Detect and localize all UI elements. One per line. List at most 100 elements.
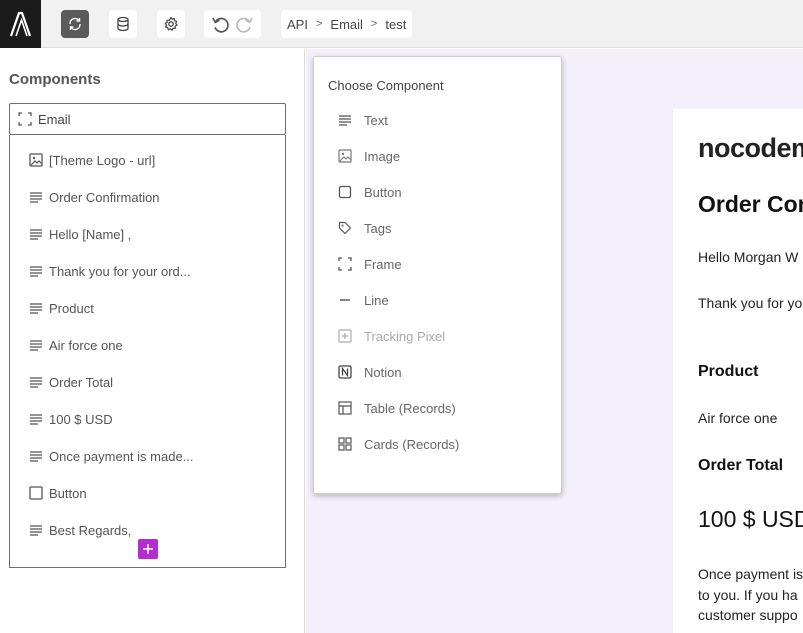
breadcrumb-item-test[interactable]: test [385,17,406,32]
component-option-tracking-pixel[interactable]: Tracking Pixel [338,326,445,346]
plus-box-icon [338,329,352,343]
image-icon [338,149,352,163]
breadcrumb-item-email[interactable]: Email [330,17,363,32]
tree-item-label: 100 $ USD [49,411,113,427]
app-logo-icon [9,11,31,37]
email-total-value: 100 $ USD [698,506,803,532]
text-icon [30,192,42,203]
text-icon [339,115,351,126]
tag-icon [338,221,352,235]
email-thanks: Thank you for yo [698,295,803,311]
text-icon [30,525,42,536]
tree-item-label: Air force one [49,337,123,353]
text-icon [30,340,42,351]
option-label: Line [364,292,389,308]
text-icon [30,266,42,277]
tree-item-label: Best Regards, [49,522,132,538]
top-bar: API > Email > test [0,0,803,48]
email-payment-paragraph: Once payment is to you. If you ha custom… [698,564,803,626]
option-label: Tags [364,220,392,236]
app-logo[interactable] [0,0,41,48]
button-icon [29,486,43,500]
paragraph-line: to you. If you ha [698,586,798,603]
component-option-image[interactable]: Image [338,146,400,166]
table-icon [338,401,352,415]
chevron-right-icon: > [315,18,323,30]
tree-item-product[interactable]: Product [29,298,94,318]
tree-item-air-force-one[interactable]: Air force one [29,335,123,355]
component-option-frame[interactable]: Frame [338,254,402,274]
email-product-heading: Product [698,363,759,380]
option-label: Cards (Records) [364,436,460,452]
tree-item-label: Order Confirmation [49,189,160,205]
undo-icon[interactable] [210,14,230,34]
tree-item-label: Product [49,300,94,316]
tree-item-button[interactable]: Button [29,483,87,503]
text-icon [30,414,42,425]
text-icon [30,229,42,240]
tree-item-order-confirmation[interactable]: Order Confirmation [29,187,160,207]
option-label: Text [364,112,388,128]
image-icon [29,153,43,167]
line-icon [340,299,350,301]
email-greeting: Hello Morgan W [698,249,799,265]
tree-item-label: [Theme Logo - url] [49,152,156,168]
undo-redo-group [204,10,261,38]
add-component-button[interactable] [138,539,158,559]
email-heading: Order Con [698,191,803,217]
tree-item-order-total[interactable]: Order Total [29,372,113,392]
email-preview: nocodem Order Con Hello Morgan W Thank y… [673,109,803,633]
database-icon [117,16,129,32]
tree-item-price[interactable]: 100 $ USD [29,409,113,429]
option-label: Frame [364,256,402,272]
tree-item-label: Order Total [49,374,114,390]
frame-icon [18,112,32,126]
tree-item-hello-name[interactable]: Hello [Name] , [29,224,131,244]
tree-item-label: Button [49,485,87,501]
tree-item-label: Hello [Name] , [49,226,132,242]
components-panel: Components Email [Theme Logo - url] Orde… [0,49,305,633]
text-icon [30,377,42,388]
component-option-tags[interactable]: Tags [338,218,391,238]
tree-root-label: Email [38,111,71,127]
tree-root-email[interactable]: Email [9,103,286,135]
email-product-value: Air force one [698,410,778,426]
tree-item-once-payment[interactable]: Once payment is made... [29,446,194,466]
option-label: Button [364,184,402,200]
option-label: Tracking Pixel [364,328,446,344]
tree-item-label: Once payment is made... [49,448,194,464]
component-option-notion[interactable]: Notion [338,362,402,382]
component-option-button[interactable]: Button [338,182,402,202]
component-option-cards-records[interactable]: Cards (Records) [338,434,459,454]
redo-icon[interactable] [235,14,255,34]
paragraph-line: Once payment is [698,566,803,582]
button-icon [338,185,352,199]
tree-item-thank-you[interactable]: Thank you for your ord... [29,261,191,281]
option-label: Notion [364,364,402,380]
database-button[interactable] [109,10,137,38]
plus-icon [143,544,153,554]
tree-item-best-regards[interactable]: Best Regards, [29,520,131,540]
sync-icon [69,17,81,31]
text-icon [30,451,42,462]
frame-icon [338,257,352,271]
component-option-text[interactable]: Text [338,110,388,130]
components-title: Components [9,71,101,88]
gear-icon [164,16,178,31]
tree-item-label: Thank you for your ord... [49,263,191,279]
tree-item-theme-logo[interactable]: [Theme Logo - url] [29,150,155,170]
cards-icon [338,437,352,451]
component-option-table-records[interactable]: Table (Records) [338,398,456,418]
popover-title: Choose Component [328,78,444,93]
option-label: Table (Records) [364,400,456,416]
component-option-line[interactable]: Line [338,290,389,310]
sync-button[interactable] [61,10,89,38]
email-total-heading: Order Total [698,457,784,474]
choose-component-popover: Choose Component Text Image Button Tags … [313,56,562,494]
breadcrumb-item-api[interactable]: API [287,17,308,32]
settings-button[interactable] [157,10,185,38]
chevron-right-icon: > [370,18,378,30]
email-brand-logo: nocodem [698,133,803,163]
breadcrumb: API > Email > test [281,10,413,38]
paragraph-line: customer suppo [698,607,798,623]
